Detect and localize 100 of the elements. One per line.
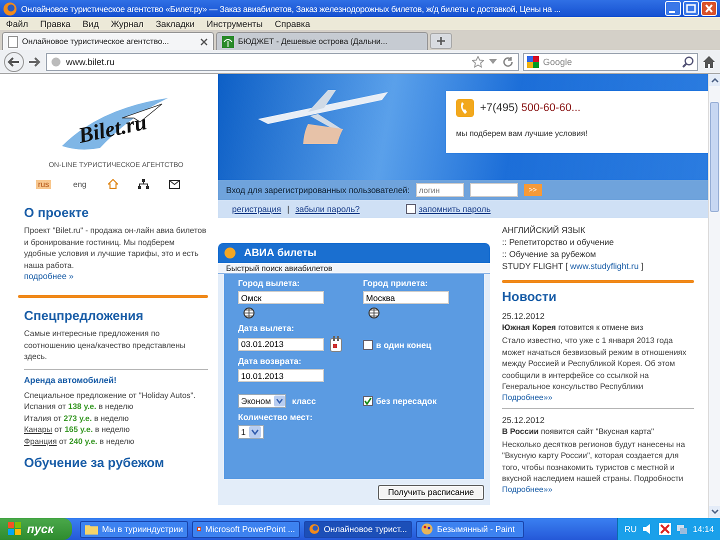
browser-tab[interactable]: БЮДЖЕТ - Дешевые острова (Дальни... <box>216 32 428 50</box>
search-field[interactable]: Google <box>523 52 698 70</box>
offer-line: Франция от 240 у.е. в неделю <box>24 436 136 447</box>
login-label: Вход для зарегистрированных пользователей: <box>226 185 410 195</box>
departure-date-field[interactable]: 03.01.2013 <box>238 338 324 350</box>
section-heading: Обучение за рубежом <box>24 455 166 470</box>
menu-item[interactable]: Журнал <box>110 18 144 28</box>
taskbar-button[interactable]: Онлайновое турист... <box>304 520 412 538</box>
star-icon[interactable] <box>472 56 484 68</box>
calendar-icon[interactable] <box>330 336 342 352</box>
browser-icon <box>309 523 320 535</box>
window-title: Онлайновое туристическое агентство «Билет.ру» — Заказ авиабилетов, Заказ железнодорожных билетов, ж/д билеты с доставкой, Цены на ... <box>21 4 562 14</box>
offer-link[interactable]: Аренда автомобилей! <box>24 374 208 384</box>
menu-item[interactable]: Вид <box>82 18 99 28</box>
source-line: STUDY FLIGHT [ www.studyflight.ru ] <box>502 260 644 272</box>
username-field[interactable]: логин <box>416 183 464 197</box>
remember-checkbox[interactable]: запомнить пароль <box>406 204 491 214</box>
seats-select[interactable]: 1 <box>238 425 264 439</box>
slogan: мы подберем вам лучшие условия! <box>456 129 588 138</box>
phone-number: +7(495) 500-60-60... <box>480 102 581 114</box>
scroll-up-icon[interactable] <box>709 74 720 86</box>
class-select[interactable]: Эконом <box>238 394 286 408</box>
menu-item[interactable]: Правка <box>40 18 71 28</box>
menu-item[interactable]: Справка <box>274 18 310 28</box>
offer-line: Италия от 273 у.е. в неделю <box>24 412 130 424</box>
panel-subtitle: Быстрый поиск авиабилетов <box>218 263 490 274</box>
reload-icon[interactable] <box>502 56 514 68</box>
windows-logo-icon <box>8 522 22 536</box>
palette-icon <box>421 523 433 535</box>
section-heading: Новости <box>502 289 558 304</box>
about-text: Проект "Bilet.ru" - продажа он-лайн авиа билетов и бронирование гостиниц. Мы подберем удобные условия и лучшие тарифы, это и есть наша работа. <box>24 225 208 271</box>
menu-item[interactable]: Файл <box>6 18 28 28</box>
news-date: 25.12.2012 <box>502 310 546 322</box>
new-tab-icon[interactable] <box>430 33 452 49</box>
google-icon <box>527 56 539 68</box>
more-link[interactable]: Подробнее»» <box>502 484 694 494</box>
more-link[interactable]: Подробнее»» <box>502 392 694 402</box>
field-label: Дата вылета: <box>238 323 296 333</box>
start-button[interactable]: пуск <box>0 518 72 540</box>
offer-line: Испания от 138 у.е. в неделю <box>24 401 134 412</box>
close-icon[interactable] <box>200 38 208 46</box>
site-logo: Bilet.ru <box>76 109 150 149</box>
clock: 14:14 <box>692 524 714 534</box>
menu-item[interactable]: Закладки <box>156 18 195 28</box>
news-date: 25.12.2012 <box>502 414 546 426</box>
panel-title: АВИА билеты <box>244 247 316 259</box>
browser-icon <box>3 2 17 16</box>
field-label: Город вылета: <box>238 278 301 288</box>
section-heading: О проекте <box>24 205 90 220</box>
maximize-icon[interactable] <box>683 1 699 16</box>
departure-city-field[interactable]: Омск <box>238 291 324 304</box>
field-label: Город прилета: <box>363 278 429 288</box>
sitemap-icon[interactable] <box>138 179 150 189</box>
password-field[interactable] <box>470 183 518 197</box>
news-headline: В России появится сайт "Вкусная карта" <box>502 426 656 436</box>
minimize-icon[interactable] <box>665 1 681 16</box>
home-icon[interactable] <box>702 54 716 68</box>
course-item: :: Репетиторство и обучение <box>502 236 615 248</box>
menu-item[interactable]: Инструменты <box>206 18 263 28</box>
address-field[interactable]: www.bilet.ru <box>46 52 519 70</box>
more-link[interactable]: подробнее » <box>24 271 208 281</box>
news-text: Стало известно, что уже с 1 января 2013 года может начаться безвизовый режим в отношениях между Россией и Республикой Корея. Об этом сообщили в интерфейсе со ссылкой на Генеральное консульство Республики <box>502 335 688 392</box>
get-schedule-button[interactable]: Получить расписание <box>378 484 484 500</box>
forward-icon[interactable] <box>28 54 42 68</box>
field-label: Количество мест: <box>238 412 314 422</box>
antivirus-icon[interactable] <box>658 523 671 535</box>
folder-icon <box>85 523 98 535</box>
news-headline: Южная Корея готовится к отмене виз <box>502 322 644 333</box>
taskbar-button[interactable]: Microsoft PowerPoint ... <box>192 520 300 538</box>
dropdown-icon[interactable] <box>489 58 497 64</box>
return-date-field[interactable]: 10.01.2013 <box>238 369 324 382</box>
arrival-city-field[interactable]: Москва <box>363 291 449 304</box>
dropdown-icon <box>274 395 285 407</box>
section-heading: Спецпредложения <box>24 308 144 323</box>
register-link[interactable]: регистрация <box>232 204 282 214</box>
page-icon <box>8 36 18 48</box>
scroll-thumb[interactable] <box>710 102 719 212</box>
field-label: класс <box>292 396 316 406</box>
offer-text: Специальное предложение от "Holiday Autos". <box>24 390 197 401</box>
taskbar-button[interactable]: Безымянный - Paint <box>416 520 524 538</box>
search-icon[interactable] <box>682 56 694 68</box>
phone-icon <box>456 99 474 117</box>
course-title: АНГЛИЙСКИЙ ЯЗЫК <box>502 224 586 236</box>
back-icon[interactable] <box>4 52 24 72</box>
course-item: :: Обучение за рубежом <box>502 248 597 260</box>
browser-tab[interactable]: Онлайновое туристическое агентство... <box>2 32 214 50</box>
field-label: Дата возврата: <box>238 356 302 366</box>
bullet-icon <box>224 247 236 259</box>
website-link[interactable]: www.studyflight.ru <box>570 261 639 271</box>
checkmark-icon <box>364 397 372 405</box>
taskbar-button[interactable]: Мы в турииндустрии <box>80 520 188 538</box>
language-link[interactable]: eng <box>71 180 88 188</box>
mail-icon[interactable] <box>169 180 180 188</box>
separator: | <box>287 204 290 214</box>
dropdown-icon <box>248 426 261 438</box>
scroll-down-icon[interactable] <box>709 506 720 518</box>
specials-text: Самые интересные предложения по соотношению цена/качество представлены здесь. <box>24 328 187 362</box>
forgot-password-link[interactable]: забыли пароль? <box>295 204 360 214</box>
scrollbar[interactable] <box>708 74 720 518</box>
news-text: Несколько десятков регионов будут нанесены на "Вкусную карту России", которая создается для того, чтобы познакомить туристов с местной и вкусной наследием нашей страны. Подробности <box>502 438 686 484</box>
